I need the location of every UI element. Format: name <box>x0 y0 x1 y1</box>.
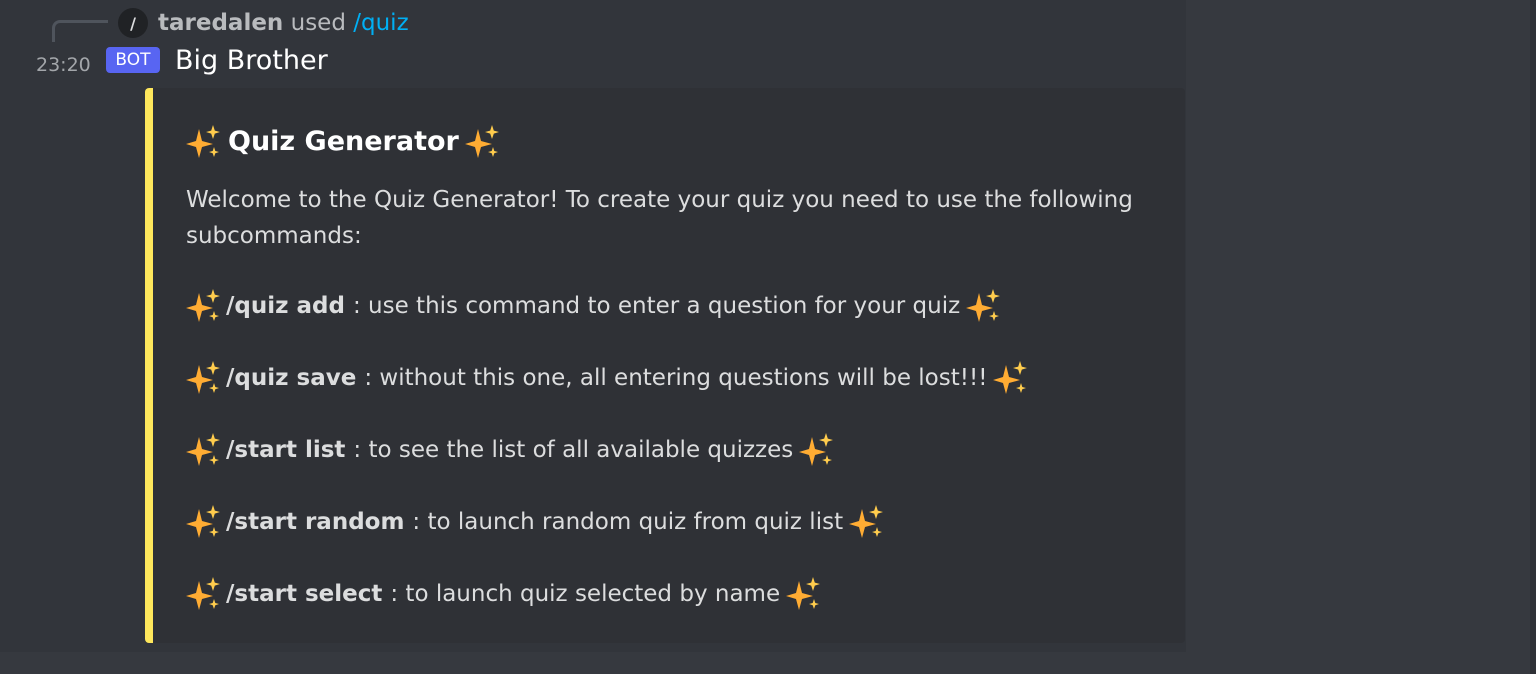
sparkles-icon <box>186 288 222 324</box>
author-name[interactable]: Big Brother <box>175 44 328 78</box>
quiz-embed: Quiz Generator Welcome to the Quiz Gener… <box>145 88 1185 643</box>
command-description: : to see the list of all available quizz… <box>353 437 794 463</box>
command-name: /quiz save <box>226 365 357 391</box>
sparkles-icon <box>993 360 1029 396</box>
command-name: /start select <box>226 581 383 607</box>
command-description: : without this one, all entering questio… <box>364 365 988 391</box>
sparkles-icon <box>799 432 835 468</box>
command-item-start-list: /start list : to see the list of all ava… <box>186 432 835 468</box>
command-description: : to launch random quiz from quiz list <box>412 509 844 535</box>
reply-username[interactable]: taredalen <box>158 10 283 36</box>
command-description: : to launch quiz selected by name <box>390 581 781 607</box>
sparkles-icon <box>966 288 1002 324</box>
command-name: /start list <box>226 437 346 463</box>
command-name: /start random <box>226 509 405 535</box>
slash-command-icon: / <box>118 8 148 38</box>
command-name: /quiz add <box>226 293 345 319</box>
sparkles-icon <box>786 576 822 612</box>
command-item-quiz-add: /quiz add : use this command to enter a … <box>186 288 1002 324</box>
reply-command[interactable]: /quiz <box>353 10 408 36</box>
sparkles-icon <box>186 432 222 468</box>
message-timestamp[interactable]: 23:20 <box>36 52 91 78</box>
reply-spine <box>52 20 108 42</box>
bot-tag-badge: BOT <box>106 47 160 73</box>
command-description: : use this command to enter a question f… <box>352 293 961 319</box>
command-item-quiz-save: /quiz save : without this one, all enter… <box>186 360 1029 396</box>
embed-title-text: Quiz Generator <box>228 126 459 157</box>
command-reply-line: taredalen used /quiz <box>158 7 409 39</box>
sparkles-icon <box>464 124 501 160</box>
command-item-start-random: /start random : to launch random quiz fr… <box>186 504 885 540</box>
sparkles-icon <box>849 504 885 540</box>
sparkles-icon <box>186 360 222 396</box>
embed-description: Welcome to the Quiz Generator! To create… <box>186 187 1133 249</box>
bot-message: / taredalen used /quiz 23:20 BOT Big Bro… <box>0 0 1186 652</box>
reply-used-text: used <box>290 10 346 36</box>
command-item-start-select: /start select : to launch quiz selected … <box>186 576 822 612</box>
sparkles-icon <box>186 124 222 160</box>
scrollbar-track[interactable] <box>1530 0 1536 674</box>
sparkles-icon <box>186 504 222 540</box>
embed-title: Quiz Generator <box>186 124 501 160</box>
sparkles-icon <box>186 576 222 612</box>
